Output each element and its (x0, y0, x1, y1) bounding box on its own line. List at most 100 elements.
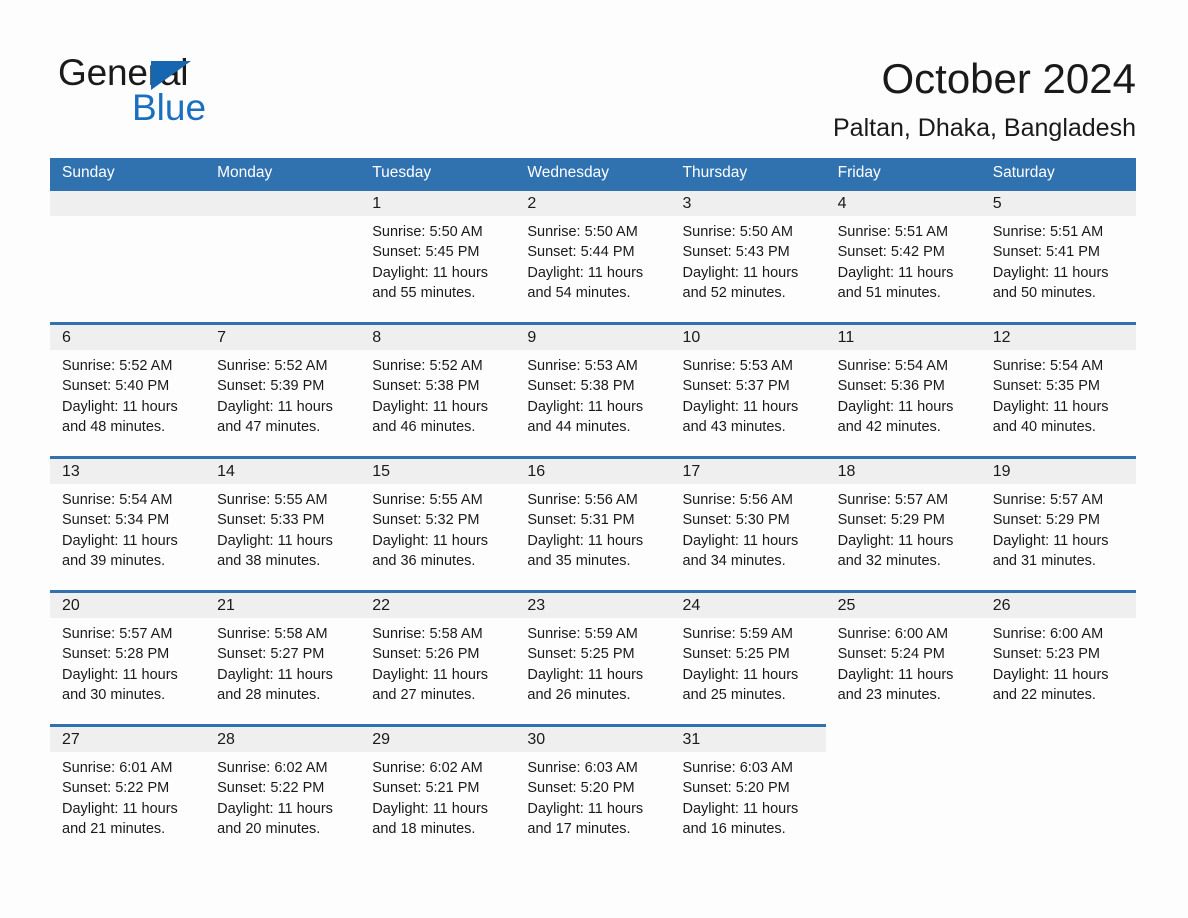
calendar-day-cell[interactable]: 27 Sunrise: 6:01 AM Sunset: 5:22 PM Dayligh… (50, 724, 206, 858)
sunset-text: Sunset: 5:28 PM (62, 646, 170, 663)
day-number-band: 8 (360, 322, 516, 350)
sunrise-text: Sunrise: 5:54 AM (62, 492, 173, 508)
day-number-band: 18 (825, 456, 981, 484)
daylight-text-line1: Daylight: 11 hours (372, 532, 489, 549)
daylight-text-line1: Daylight: 11 hours (527, 264, 644, 281)
day-number-band: 6 (50, 322, 206, 350)
day-number: 1 (372, 195, 382, 212)
daylight-text-line1: Daylight: 11 hours (837, 264, 954, 281)
daylight-text-line2: and 50 minutes. (992, 284, 1096, 301)
sunrise-text: Sunrise: 6:03 AM (682, 760, 793, 776)
daylight-text-line1: Daylight: 11 hours (682, 800, 799, 817)
sunrise-text: Sunrise: 5:50 AM (527, 224, 638, 240)
daylight-text-line1: Daylight: 11 hours (682, 398, 799, 415)
day-details (205, 216, 361, 322)
daylight-text-line1: Daylight: 11 hours (682, 666, 799, 683)
day-details: Sunrise: 5:53 AM Sunset: 5:37 PM Daylight:… (670, 350, 826, 456)
daylight-text-line1: Daylight: 11 hours (217, 398, 333, 415)
sunset-text: Sunset: 5:43 PM (682, 244, 790, 261)
sunrise-text: Sunrise: 5:53 AM (682, 358, 793, 374)
page-title: October 2024 (881, 55, 1136, 102)
daylight-text-line1: Daylight: 11 hours (837, 666, 954, 683)
sunset-text: Sunset: 5:35 PM (992, 378, 1100, 395)
calendar-day-cell[interactable]: 6 Sunrise: 5:52 AM Sunset: 5:40 PM Daylight… (50, 322, 206, 456)
calendar-week-row: 13 Sunrise: 5:54 AM Sunset: 5:34 PM Dayligh… (50, 456, 1136, 590)
calendar-day-cell[interactable]: 11 Sunrise: 5:54 AM Sunset: 5:36 PM Dayligh… (825, 322, 981, 456)
sunrise-text: Sunrise: 5:53 AM (527, 358, 638, 374)
day-details: Sunrise: 6:00 AM Sunset: 5:24 PM Daylight:… (825, 618, 981, 724)
day-number: 23 (527, 597, 546, 614)
daylight-text-line1: Daylight: 11 hours (527, 800, 644, 817)
sunrise-text: Sunrise: 5:56 AM (527, 492, 638, 508)
calendar-day-cell[interactable]: 24 Sunrise: 5:59 AM Sunset: 5:25 PM Dayligh… (670, 590, 826, 724)
calendar-day-cell[interactable]: 20 Sunrise: 5:57 AM Sunset: 5:28 PM Dayligh… (50, 590, 206, 724)
day-details: Sunrise: 5:58 AM Sunset: 5:27 PM Daylight:… (205, 618, 361, 724)
calendar-day-cell[interactable]: 13 Sunrise: 5:54 AM Sunset: 5:34 PM Dayligh… (50, 456, 206, 590)
day-details: Sunrise: 5:59 AM Sunset: 5:25 PM Daylight:… (670, 618, 826, 724)
day-number-band: 29 (360, 724, 516, 752)
calendar-day-cell[interactable]: 1 Sunrise: 5:50 AM Sunset: 5:45 PM Daylight… (360, 188, 516, 322)
day-number: 28 (217, 731, 235, 748)
daylight-text-line1: Daylight: 11 hours (217, 666, 333, 683)
day-number-band: 19 (980, 456, 1136, 484)
day-number-band: 23 (515, 590, 671, 618)
calendar-page: General Blue October 2024 Paltan, Dhaka,… (0, 0, 1188, 918)
calendar-day-cell[interactable]: 17 Sunrise: 5:56 AM Sunset: 5:30 PM Dayligh… (670, 456, 826, 590)
day-details: Sunrise: 6:02 AM Sunset: 5:22 PM Daylight:… (205, 752, 361, 858)
day-details: Sunrise: 5:57 AM Sunset: 5:29 PM Daylight:… (980, 484, 1136, 590)
daylight-text-line2: and 55 minutes. (372, 284, 476, 301)
daylight-text-line2: and 35 minutes. (527, 552, 631, 569)
sunrise-text: Sunrise: 6:00 AM (837, 626, 949, 642)
calendar-day-cell[interactable]: 5 Sunrise: 5:51 AM Sunset: 5:41 PM Daylight… (980, 188, 1136, 322)
calendar-day-cell[interactable]: 19 Sunrise: 5:57 AM Sunset: 5:29 PM Dayligh… (980, 456, 1136, 590)
sunset-text: Sunset: 5:30 PM (682, 512, 790, 529)
sunrise-text: Sunrise: 5:57 AM (62, 626, 173, 642)
calendar-day-cell[interactable]: 29 Sunrise: 6:02 AM Sunset: 5:21 PM Dayligh… (360, 724, 516, 858)
calendar-day-cell[interactable]: 25 Sunrise: 6:00 AM Sunset: 5:24 PM Dayligh… (825, 590, 981, 724)
sunrise-text: Sunrise: 5:57 AM (837, 492, 949, 508)
calendar-day-cell[interactable]: 23 Sunrise: 5:59 AM Sunset: 5:25 PM Dayligh… (515, 590, 671, 724)
calendar-day-cell[interactable]: 21 Sunrise: 5:58 AM Sunset: 5:27 PM Dayligh… (205, 590, 361, 724)
daylight-text-line2: and 20 minutes. (217, 820, 321, 837)
calendar-day-cell[interactable]: 14 Sunrise: 5:55 AM Sunset: 5:33 PM Dayligh… (205, 456, 361, 590)
calendar-day-cell[interactable]: 10 Sunrise: 5:53 AM Sunset: 5:37 PM Dayligh… (670, 322, 826, 456)
sunset-text: Sunset: 5:25 PM (682, 646, 790, 663)
weekday-header-row: Sunday Monday Tuesday Wednesday Thursday… (50, 158, 1136, 188)
day-details: Sunrise: 5:54 AM Sunset: 5:35 PM Daylight:… (980, 350, 1136, 456)
day-details: Sunrise: 5:57 AM Sunset: 5:28 PM Daylight:… (50, 618, 206, 724)
sunrise-text: Sunrise: 5:55 AM (217, 492, 328, 508)
calendar-day-cell[interactable]: 28 Sunrise: 6:02 AM Sunset: 5:22 PM Dayligh… (205, 724, 361, 858)
calendar-day-cell[interactable]: 15 Sunrise: 5:55 AM Sunset: 5:32 PM Dayligh… (360, 456, 516, 590)
daylight-text-line2: and 36 minutes. (372, 552, 476, 569)
calendar-day-cell[interactable]: 30 Sunrise: 6:03 AM Sunset: 5:20 PM Dayligh… (515, 724, 671, 858)
calendar-day-cell[interactable]: 4 Sunrise: 5:51 AM Sunset: 5:42 PM Daylight… (825, 188, 981, 322)
sunrise-text: Sunrise: 5:54 AM (992, 358, 1104, 374)
daylight-text-line2: and 16 minutes. (682, 820, 786, 837)
daylight-text-line1: Daylight: 11 hours (217, 532, 333, 549)
calendar-day-cell[interactable]: 7 Sunrise: 5:52 AM Sunset: 5:39 PM Daylight… (205, 322, 361, 456)
day-number-band: 9 (515, 322, 671, 350)
day-details: Sunrise: 5:50 AM Sunset: 5:45 PM Daylight:… (360, 216, 516, 322)
calendar-day-cell[interactable]: 12 Sunrise: 5:54 AM Sunset: 5:35 PM Dayligh… (980, 322, 1136, 456)
calendar-day-cell[interactable]: 8 Sunrise: 5:52 AM Sunset: 5:38 PM Daylight… (360, 322, 516, 456)
sunset-text: Sunset: 5:42 PM (837, 244, 945, 261)
calendar-day-cell[interactable]: 9 Sunrise: 5:53 AM Sunset: 5:38 PM Daylight… (515, 322, 671, 456)
calendar-day-cell[interactable]: 22 Sunrise: 5:58 AM Sunset: 5:26 PM Dayligh… (360, 590, 516, 724)
calendar-day-cell[interactable]: 3 Sunrise: 5:50 AM Sunset: 5:43 PM Daylight… (670, 188, 826, 322)
calendar-day-cell[interactable]: 2 Sunrise: 5:50 AM Sunset: 5:44 PM Daylight… (515, 188, 671, 322)
sunrise-text: Sunrise: 5:56 AM (682, 492, 793, 508)
day-details: Sunrise: 5:55 AM Sunset: 5:32 PM Daylight:… (360, 484, 516, 590)
calendar-week-row: 1 Sunrise: 5:50 AM Sunset: 5:45 PM Daylight… (50, 188, 1136, 322)
day-number-band: 3 (670, 188, 826, 216)
calendar-day-cell[interactable]: 26 Sunrise: 6:00 AM Sunset: 5:23 PM Dayligh… (980, 590, 1136, 724)
calendar-table: Sunday Monday Tuesday Wednesday Thursday… (50, 158, 1136, 858)
sunrise-text: Sunrise: 5:50 AM (682, 224, 793, 240)
calendar-day-cell[interactable]: 18 Sunrise: 5:57 AM Sunset: 5:29 PM Dayligh… (825, 456, 981, 590)
day-number-band: 24 (670, 590, 826, 618)
calendar-day-cell[interactable]: 16 Sunrise: 5:56 AM Sunset: 5:31 PM Dayligh… (515, 456, 671, 590)
calendar-day-cell[interactable]: 31 Sunrise: 6:03 AM Sunset: 5:20 PM Dayligh… (670, 724, 826, 858)
sunrise-text: Sunrise: 5:52 AM (372, 358, 483, 374)
daylight-text-line1: Daylight: 11 hours (62, 800, 178, 817)
day-details: Sunrise: 5:52 AM Sunset: 5:40 PM Daylight:… (50, 350, 206, 456)
daylight-text-line2: and 23 minutes. (837, 686, 941, 703)
